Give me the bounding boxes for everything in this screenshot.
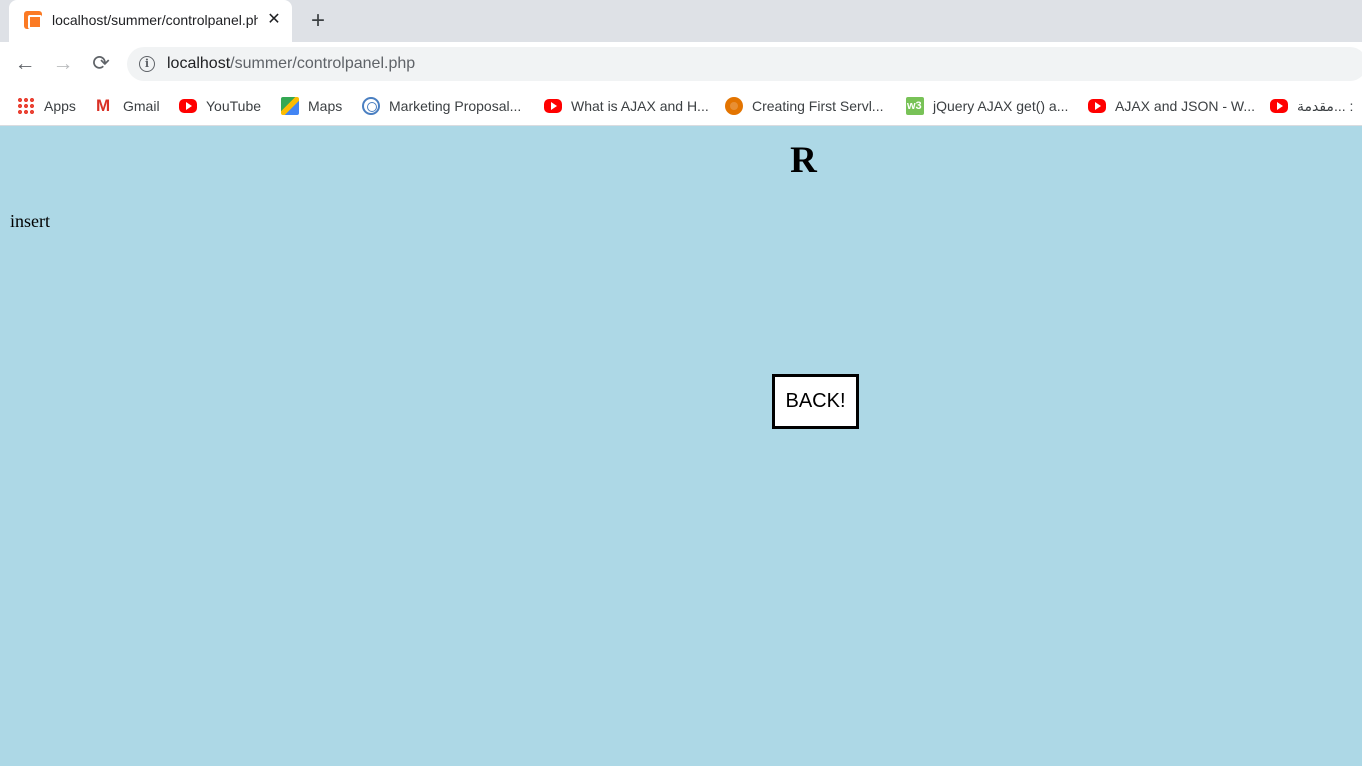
browser-tab[interactable]: localhost/summer/controlpanel.php ✕ [9, 0, 292, 42]
bookmark-jquery[interactable]: jQuery AJAX get() a... [906, 95, 1068, 117]
new-tab-icon[interactable]: + [305, 8, 331, 34]
marketing-icon [362, 97, 380, 115]
back-button[interactable]: BACK! [772, 374, 859, 429]
apps-icon [17, 97, 35, 115]
bookmark-label: مقدمة... : [1297, 98, 1354, 114]
youtube-icon [544, 99, 562, 113]
bookmark-servlet[interactable]: Creating First Servl... [725, 95, 883, 117]
url-path: /summer/controlpanel.php [230, 55, 416, 72]
w3schools-icon [906, 95, 924, 117]
address-url[interactable]: localhost/summer/controlpanel.php [167, 55, 415, 73]
insert-text: insert [10, 211, 50, 231]
bookmark-youtube[interactable]: YouTube [179, 95, 261, 117]
youtube-icon [179, 99, 197, 113]
bookmark-label: Gmail [123, 98, 160, 114]
servlet-icon [725, 97, 743, 115]
bookmarks-bar: Apps Gmail YouTube Maps Marketing Propos… [0, 86, 1362, 126]
url-host: localhost [167, 55, 231, 72]
page-content: R insert BACK! [0, 127, 1362, 766]
bookmark-label: Apps [44, 98, 76, 114]
bookmark-label: jQuery AJAX get() a... [933, 98, 1069, 114]
maps-icon [281, 97, 299, 115]
bookmark-label: AJAX and JSON - W... [1115, 98, 1256, 114]
back-arrow-icon[interactable]: ← [12, 52, 38, 78]
forward-arrow-icon[interactable]: → [50, 52, 76, 78]
tab-strip: localhost/summer/controlpanel.php ✕ + [0, 0, 1362, 42]
browser-toolbar: ← → ⟳ i localhost/summer/controlpanel.ph… [0, 42, 1362, 86]
bookmark-ajax-json[interactable]: AJAX and JSON - W... [1088, 95, 1255, 117]
bookmark-marketing[interactable]: Marketing Proposal... [362, 95, 521, 117]
close-tab-icon[interactable]: ✕ [264, 10, 284, 30]
bookmark-label: Marketing Proposal... [389, 98, 522, 114]
youtube-icon [1088, 99, 1106, 113]
bookmark-gmail[interactable]: Gmail [96, 95, 160, 117]
reload-icon[interactable]: ⟳ [88, 52, 114, 78]
tab-title: localhost/summer/controlpanel.php [52, 12, 258, 28]
xampp-icon [24, 11, 42, 29]
bookmark-label: What is AJAX and H... [571, 98, 709, 114]
youtube-icon [1270, 99, 1288, 113]
site-info-icon[interactable]: i [139, 56, 155, 72]
bookmark-apps[interactable]: Apps [17, 95, 76, 117]
bookmark-label: Creating First Servl... [752, 98, 884, 114]
bookmark-ajax-video[interactable]: What is AJAX and H... [544, 95, 709, 117]
address-bar[interactable]: i localhost/summer/controlpanel.php [127, 47, 1362, 81]
bookmark-maps[interactable]: Maps [281, 95, 342, 117]
bookmark-arabic[interactable]: مقدمة... : [1270, 95, 1353, 117]
gmail-icon [96, 95, 114, 117]
bookmark-label: Maps [308, 98, 343, 114]
bookmark-label: YouTube [206, 98, 262, 114]
page-heading: R [790, 140, 817, 181]
